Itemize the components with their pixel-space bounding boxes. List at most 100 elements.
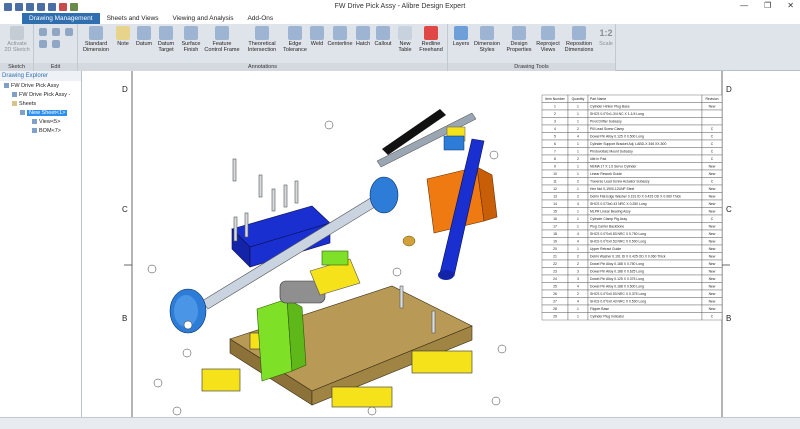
tab-sheets-and-views[interactable]: Sheets and Views — [100, 13, 166, 24]
redline-freehand-button[interactable]: Redline Freehand — [416, 26, 446, 53]
bom-cell-text: 10 — [553, 172, 557, 176]
centerline-icon — [333, 26, 347, 40]
green-mount-block — [321, 250, 349, 266]
bronze-washer — [402, 235, 416, 247]
edge-tolerance-icon — [288, 26, 302, 40]
new-table-button[interactable]: New Table — [394, 26, 416, 53]
dimension-styles-button[interactable]: Dimension Styles — [472, 26, 502, 53]
bom-cell-text: 19 — [553, 240, 557, 244]
bom-cell-text: Upper Retract Guide — [590, 247, 621, 251]
bom-cell-text: 3 — [554, 120, 556, 124]
feature-control-frame-button[interactable]: Feature Control Frame — [204, 26, 240, 53]
bom-cell-text: Delrin Flat Edge Washer 0.191 ID X 0.425… — [590, 195, 681, 199]
weld-button[interactable]: Weld — [308, 26, 326, 47]
bom-cell-text: 2 — [577, 292, 579, 296]
title-bar: FW Drive Pick Assy - Alibre Design Exper… — [0, 0, 800, 13]
edit-tool-3[interactable] — [64, 28, 74, 37]
screw — [294, 180, 299, 204]
ribbon-tabs: Drawing Management Sheets and Views View… — [0, 13, 800, 24]
datum-target-button[interactable]: Datum Target — [154, 26, 178, 53]
tab-add-ons[interactable]: Add-Ons — [240, 13, 280, 24]
tree-item-assembly-ref[interactable]: FW Drive Pick Assy - — [12, 92, 70, 99]
bom-cell-text: SHCS 0.0°0x0.43 NRC X 0.500 Long — [590, 300, 646, 304]
edit-tool-2[interactable] — [51, 28, 61, 37]
bom-cell — [701, 109, 723, 118]
design-properties-button[interactable]: Design Properties — [504, 26, 534, 53]
edge-tolerance-button[interactable]: Edge Tolerance — [282, 26, 308, 53]
reposition-icon — [572, 26, 586, 40]
standard-dimension-button[interactable]: Standard Dimension — [80, 26, 112, 53]
status-bar — [0, 417, 800, 429]
tree-item-view[interactable]: View<5> — [32, 119, 60, 126]
bom-cell-text: 1 — [577, 315, 579, 319]
close-icon[interactable]: ✕ — [787, 1, 794, 10]
table-icon — [398, 26, 412, 40]
centerline-button[interactable]: Centerline — [326, 26, 354, 47]
tree-item-new-sheet[interactable]: New Sheet<1> — [20, 110, 68, 117]
scale-value: 1:2 — [599, 28, 613, 38]
bom-cell-text: Traverse Lead Screw Actuator Subassy — [590, 180, 650, 184]
bom-cell-text: SHCS 0.0°0x0.83 NRC X 0.750 Long — [590, 232, 646, 236]
intersection-icon — [255, 26, 269, 40]
bom-cell-text: New — [709, 247, 716, 251]
bom-cell-text: 29 — [553, 315, 557, 319]
ribbon: Activate 2D Sketch Sketch Edit Standard … — [0, 24, 800, 71]
bom-cell-text: 4 — [577, 232, 579, 236]
scale-button[interactable]: 1:2 Scale — [596, 26, 616, 47]
bom-cell-text: 3 — [577, 277, 579, 281]
callout-icon — [376, 26, 390, 40]
drawing-explorer: Drawing Explorer FW Drive Pick Assy FW D… — [0, 71, 82, 417]
hatch-button[interactable]: Hatch — [354, 26, 372, 47]
reposition-dimensions-button[interactable]: Reposition Dimensions — [562, 26, 596, 53]
bom-header-text: Part Name — [590, 97, 606, 101]
tab-drawing-management[interactable]: Drawing Management — [22, 13, 100, 24]
bom-cell-text: New — [709, 300, 716, 304]
bom-cell-text: New — [709, 232, 716, 236]
reproject-views-button[interactable]: Reproject Views — [534, 26, 562, 53]
surface-finish-button[interactable]: Surface Finish — [178, 26, 204, 53]
zone-letter-right-c: C — [726, 205, 732, 214]
drawing-canvas[interactable]: D C B D C B Item Number Quantity Part Na… — [82, 71, 800, 417]
bom-header-text: Item Number — [545, 97, 565, 101]
bom-cell-text: 7 — [554, 150, 556, 154]
maximize-icon[interactable]: ❐ — [764, 1, 771, 10]
view-icon — [32, 119, 37, 125]
tree-item-assembly[interactable]: FW Drive Pick Assy — [4, 83, 59, 90]
edit-tool-5[interactable] — [51, 40, 61, 49]
tree-item-sheets[interactable]: Sheets — [12, 101, 36, 108]
activate-2d-sketch-button[interactable]: Activate 2D Sketch — [3, 26, 31, 53]
bom-cell-text: Plug Carrier Backbone — [590, 225, 624, 229]
bom-cell-text: 1 — [577, 210, 579, 214]
tab-viewing-and-analysis[interactable]: Viewing and Analysis — [166, 13, 241, 24]
group-drawing-tools: Layers Dimension Styles Design Propertie… — [448, 24, 616, 71]
theoretical-intersection-button[interactable]: Theoretical Intersection — [242, 26, 282, 53]
screw — [271, 188, 276, 212]
datum-button[interactable]: Datum — [134, 26, 154, 47]
select-icon — [39, 28, 47, 36]
bom-cell-text: 1 — [577, 225, 579, 229]
dimension-styles-icon — [480, 26, 494, 40]
bom-table[interactable]: Item Number Quantity Part Name Revision1 1 Cy… — [541, 94, 723, 321]
foot-block-front — [331, 386, 393, 408]
layers-button[interactable]: Layers — [450, 26, 472, 47]
exploded-assembly-view[interactable] — [147, 109, 507, 416]
bom-cell-text: New — [709, 165, 716, 169]
bom-cell-text: MLPR Linear Bearing Assy — [590, 210, 631, 214]
bom-cell-text: New — [709, 187, 716, 191]
edit-tool-4[interactable] — [38, 40, 48, 49]
screw — [233, 216, 238, 242]
callout-button[interactable]: Callout — [372, 26, 394, 47]
bom-cell-text: Pivot Drifter Subassy — [590, 120, 622, 124]
bom-cell-text: Delrin Washer 0.191 ID X 0.425 OD X 0.06… — [590, 255, 666, 259]
edit-tool-1[interactable] — [38, 28, 48, 37]
group-annotations: Standard Dimension Note Datum Datum Targ… — [78, 24, 448, 71]
balloon — [367, 406, 377, 416]
bom-cell-text: 12 — [553, 187, 557, 191]
note-button[interactable]: Note — [114, 26, 132, 47]
balloon — [147, 264, 157, 274]
bom-header-text: Revision — [705, 97, 718, 101]
green-bracket — [256, 298, 293, 382]
datum-target-icon — [159, 26, 173, 40]
minimize-icon[interactable]: — — [740, 1, 748, 10]
tree-item-bom[interactable]: BOM<7> — [32, 128, 61, 135]
